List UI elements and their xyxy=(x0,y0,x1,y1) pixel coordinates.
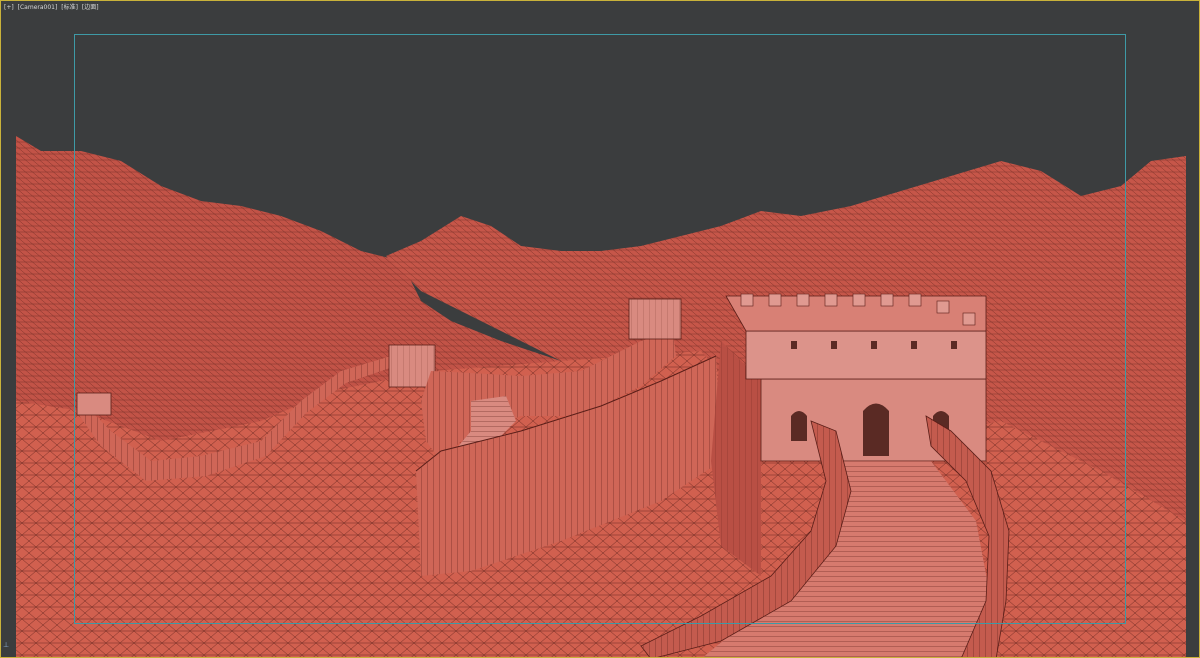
viewport-camera-menu[interactable]: [Camera001] xyxy=(18,4,58,11)
viewport-shading-menu[interactable]: [标准] xyxy=(61,4,78,11)
axis-gizmo-icon: ⊥ xyxy=(3,641,10,649)
viewport-plus-menu[interactable]: [+] xyxy=(4,4,14,11)
viewport-camera[interactable]: [+] [Camera001] [标准] [边面] ⊥ xyxy=(0,0,1200,658)
scene-render xyxy=(16,136,1186,657)
viewport-label-menu[interactable]: [+] [Camera001] [标准] [边面] xyxy=(4,2,101,11)
viewport-display-menu[interactable]: [边面] xyxy=(82,4,99,11)
